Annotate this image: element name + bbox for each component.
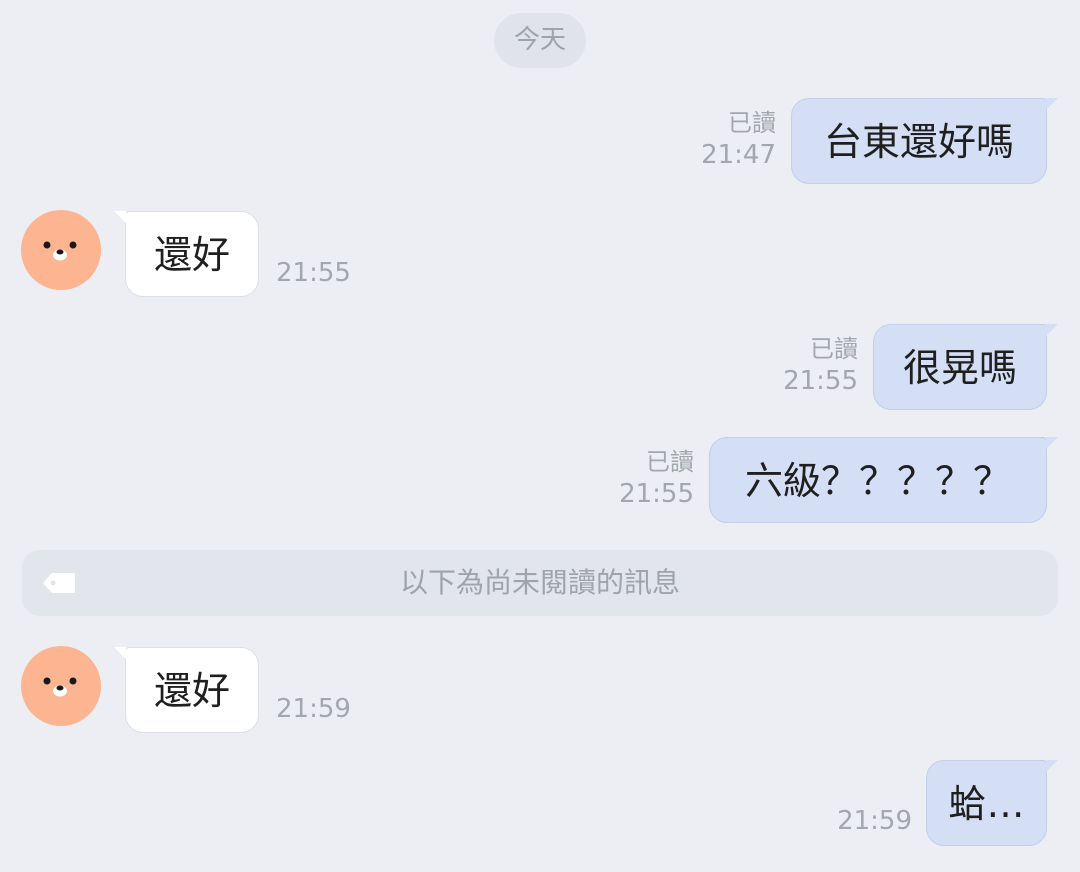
read-receipt: 已讀	[646, 448, 694, 476]
incoming-message[interactable]: 還好	[114, 646, 259, 733]
outgoing-message[interactable]: 六級？？？？？	[709, 436, 1058, 523]
incoming-message[interactable]: 還好	[114, 210, 259, 297]
contact-avatar[interactable]	[21, 646, 101, 726]
unread-divider: 以下為尚未閱讀的訊息	[22, 550, 1058, 616]
message-time: 21:55	[619, 479, 694, 509]
outgoing-message[interactable]: 蛤…	[926, 759, 1058, 846]
message-time: 21:59	[837, 806, 912, 836]
dog-face-icon	[43, 677, 77, 697]
read-receipt: 已讀	[728, 109, 776, 137]
message-meta: 已讀 21:55	[783, 334, 858, 398]
message-meta: 已讀 21:55	[619, 447, 694, 511]
unread-divider-label: 以下為尚未閱讀的訊息	[399, 566, 680, 599]
message-time: 21:55	[276, 258, 351, 288]
message-time: 21:47	[701, 140, 776, 170]
message-meta: 21:59	[837, 804, 912, 838]
dog-face-icon	[43, 241, 77, 261]
date-separator: 今天	[494, 13, 586, 68]
read-receipt: 已讀	[810, 335, 858, 363]
message-time: 21:59	[276, 694, 351, 724]
chat-view: 今天 已讀 21:47 台東還好嗎 還好 21:55 已讀 21:55 很晃嗎 …	[0, 0, 1080, 872]
outgoing-message[interactable]: 台東還好嗎	[791, 97, 1058, 184]
message-time: 21:55	[783, 366, 858, 396]
contact-avatar[interactable]	[21, 210, 101, 290]
outgoing-message[interactable]: 很晃嗎	[873, 323, 1058, 410]
message-meta: 已讀 21:47	[701, 108, 776, 172]
